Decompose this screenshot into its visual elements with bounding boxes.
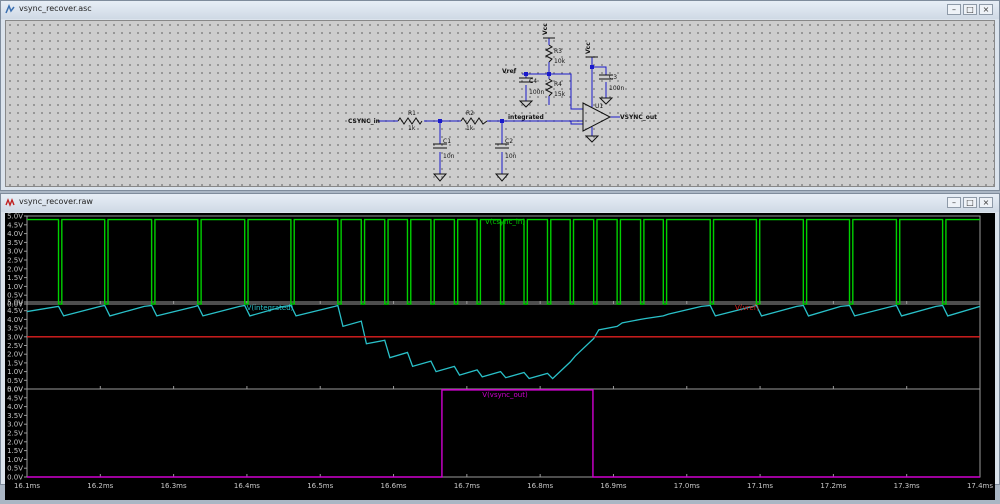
x-tick-label: 16.4ms — [234, 482, 260, 490]
x-tick-label: 17.2ms — [820, 482, 846, 490]
x-tick-label: 17.0ms — [674, 482, 700, 490]
vsync-out-net-label: VSYNC_out — [620, 114, 657, 121]
y-tick-label: 3.0V — [7, 333, 23, 341]
y-tick-label: 2.0V — [7, 351, 23, 359]
waveform-app-icon — [5, 198, 15, 207]
waveform-svg: 5.0V4.5V4.0V3.5V3.0V2.5V2.0V1.5V1.0V0.5V… — [7, 213, 993, 491]
integrated-net-label: integrated — [508, 114, 544, 121]
y-tick-label: 1.0V — [7, 283, 23, 291]
minimize-button[interactable]: – — [947, 4, 961, 15]
y-tick-label: 3.5V — [7, 239, 23, 247]
y-tick-label: 0.5V — [7, 465, 23, 473]
x-tick-label: 16.8ms — [527, 482, 553, 490]
trace-label-vref: V(vref) — [735, 304, 759, 312]
trace-label-integrated: V(integrated) — [247, 304, 294, 312]
c3-value: 100n — [609, 85, 624, 92]
close-button[interactable]: × — [979, 197, 993, 208]
trace-integrated — [26, 304, 981, 380]
schematic-drawing: Vcc Vcc R3 10k Vref C4 100n R4 15k C3 10… — [348, 23, 657, 182]
y-tick-label: 2.5V — [7, 257, 23, 265]
c1-name: C1 — [443, 138, 451, 145]
r4-name: R4 — [554, 81, 562, 88]
r2-symbol — [460, 117, 488, 125]
y-tick-label: 2.5V — [7, 342, 23, 350]
c2-value: 10n — [505, 153, 517, 160]
schematic-app-icon — [5, 4, 15, 14]
y-tick-label: 5.0V — [7, 213, 23, 221]
x-tick-label: 16.6ms — [381, 482, 407, 490]
r1-symbol — [397, 117, 423, 125]
y-tick-label: 1.5V — [7, 274, 23, 282]
maximize-button[interactable]: □ — [963, 197, 977, 208]
y-tick-label: 1.5V — [7, 359, 23, 367]
u1-name: U1 — [595, 103, 603, 110]
y-tick-label: 1.0V — [7, 456, 23, 464]
y-tick-label: 1.5V — [7, 447, 23, 455]
r2-value: 1k — [466, 125, 474, 132]
x-tick-label: 16.1ms — [14, 482, 40, 490]
close-button[interactable]: × — [979, 4, 993, 15]
waveform-window: vsync_recover.raw – □ × 5.0V 4.5V 4.0V 3.5V… — [0, 193, 1000, 500]
x-tick-label: 17.1ms — [747, 482, 773, 490]
y-tick-label: 3.5V — [7, 412, 23, 420]
x-tick-label: 16.3ms — [161, 482, 187, 490]
trace-csync-in — [27, 218, 980, 305]
schematic-window-title: vsync_recover.asc — [19, 4, 92, 13]
y-tick-label: 0.0V — [7, 474, 23, 482]
y-tick-label: 4.5V — [7, 307, 23, 315]
vref-net-label: Vref — [502, 68, 517, 75]
y-tick-label: 2.0V — [7, 265, 23, 273]
schematic-canvas[interactable]: Vcc Vcc R3 10k Vref C4 100n R4 15k C3 10… — [5, 20, 995, 187]
c4-name: C4 — [529, 78, 537, 85]
x-tick-label: 16.7ms — [454, 482, 480, 490]
y-tick-label: 4.5V — [7, 221, 23, 229]
y-tick-label: 4.0V — [7, 403, 23, 411]
y-tick-label: 5.0V — [7, 386, 23, 394]
trace-label-vsync-out: V(vsync_out) — [482, 391, 528, 399]
schematic-window: vsync_recover.asc – □ × Vcc Vcc R3 10k V… — [0, 0, 1000, 191]
y-tick-label: 0.5V — [7, 377, 23, 385]
y-tick-label: 5.0V — [7, 299, 23, 307]
y-tick-label: 3.0V — [7, 248, 23, 256]
pane-frame — [26, 388, 981, 478]
vcc-label-r3: Vcc — [542, 23, 549, 35]
waveform-titlebar[interactable]: vsync_recover.raw – □ × — [1, 194, 999, 212]
x-tick-label: 16.9ms — [600, 482, 626, 490]
x-tick-label: 16.5ms — [307, 482, 333, 490]
trace-label-csync-in: V(csync_in) — [485, 218, 525, 226]
schematic-titlebar[interactable]: vsync_recover.asc – □ × — [1, 1, 999, 19]
c3-name: C3 — [609, 74, 617, 81]
x-tick-label: 16.2ms — [87, 482, 113, 490]
r3-symbol — [544, 44, 554, 63]
vcc-label-u1: Vcc — [585, 42, 592, 54]
maximize-button[interactable]: □ — [963, 4, 977, 15]
r2-name: R2 — [466, 110, 474, 117]
y-tick-label: 3.0V — [7, 421, 23, 429]
waveform-window-title: vsync_recover.raw — [19, 197, 93, 206]
r3-name: R3 — [554, 48, 562, 55]
r4-symbol — [544, 78, 554, 97]
trace-vsync-out — [27, 389, 980, 478]
x-tick-label: 17.3ms — [894, 482, 920, 490]
y-tick-label: 4.0V — [7, 316, 23, 324]
y-tick-label: 2.5V — [7, 430, 23, 438]
y-tick-label: 4.5V — [7, 394, 23, 402]
c1-value: 10n — [443, 153, 455, 160]
c4-value: 100n — [529, 89, 544, 96]
r3-value: 10k — [554, 58, 566, 65]
waveform-plot-area[interactable]: 5.0V 4.5V 4.0V 3.5V 3.0V 2.5V 2.0V 1.5V 1.0V 0.5V… — [5, 213, 995, 500]
csync-in-net-label: CSYNC_in — [348, 118, 380, 125]
y-tick-label: 1.0V — [7, 368, 23, 376]
c2-name: C2 — [505, 138, 513, 145]
y-tick-label: 3.5V — [7, 325, 23, 333]
r1-name: R1 — [408, 110, 416, 117]
y-tick-label: 2.0V — [7, 438, 23, 446]
y-tick-label: 4.0V — [7, 230, 23, 238]
r4-value: 15k — [554, 91, 566, 98]
r1-value: 1k — [408, 125, 416, 132]
x-tick-label: 17.4ms — [967, 482, 993, 490]
minimize-button[interactable]: – — [947, 197, 961, 208]
